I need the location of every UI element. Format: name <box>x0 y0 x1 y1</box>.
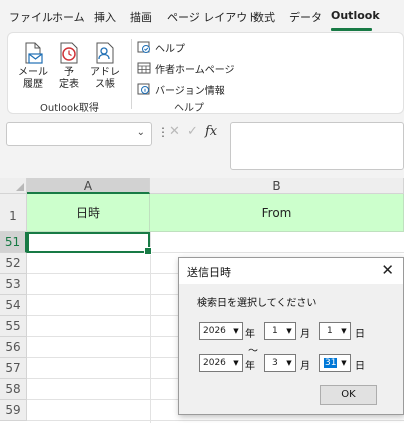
help-icon <box>137 40 151 54</box>
schedule-label-1: 予 <box>64 67 74 78</box>
row-header-58[interactable]: 58 <box>0 379 27 400</box>
grid-line <box>27 420 404 421</box>
row-header-51[interactable]: 51 <box>0 232 27 253</box>
outlook-group-label: Outlook取得 <box>40 103 99 114</box>
ribbon-panel: メール 履歴 予 定表 アドレ ス帳 Outlook取得 ヘルプ 作者ホームペー… <box>7 32 404 114</box>
to-month-value: 3 <box>272 358 278 368</box>
help-button[interactable]: ヘルプ <box>137 38 185 56</box>
insert-function-button[interactable]: fx <box>205 124 217 139</box>
group-divider <box>131 39 132 109</box>
dialog-titlebar[interactable]: 送信日時 ✕ <box>179 258 403 284</box>
tab-draw[interactable]: 描画 <box>130 9 152 25</box>
schedule-button[interactable]: 予 定表 <box>52 41 86 95</box>
formula-input[interactable] <box>230 122 404 170</box>
to-month-select[interactable]: 3 ▼ <box>264 354 296 372</box>
clock-icon <box>52 41 86 65</box>
formula-actions: ✕ ✓ fx <box>167 124 227 142</box>
schedule-label-2: 定表 <box>59 79 79 90</box>
formula-bar: ⌄ ⋮ ✕ ✓ fx <box>0 118 404 178</box>
select-all-button[interactable] <box>0 178 27 194</box>
dropdown-arrow-icon[interactable]: ▼ <box>283 323 295 339</box>
row-header-54[interactable]: 54 <box>0 295 27 316</box>
tab-data[interactable]: データ <box>289 9 322 25</box>
day-unit: 日 <box>355 329 365 340</box>
range-separator: ～ <box>248 346 258 357</box>
active-tab-indicator <box>331 28 372 31</box>
ribbon-area: メール 履歴 予 定表 アドレ ス帳 Outlook取得 ヘルプ 作者ホームペー… <box>0 32 404 118</box>
day-unit: 日 <box>355 361 365 372</box>
month-unit: 月 <box>300 329 310 340</box>
dropdown-arrow-icon[interactable]: ▼ <box>283 355 295 371</box>
address-book-label-2: ス帳 <box>95 79 115 90</box>
dropdown-arrow-icon[interactable]: ▼ <box>338 355 350 371</box>
send-date-dialog: 送信日時 ✕ 検索日を選択してください 2026 ▼ 年 1 ▼ 月 1 ▼ 日… <box>178 257 404 415</box>
mail-history-button[interactable]: メール 履歴 <box>16 41 50 95</box>
web-page-icon <box>137 61 151 75</box>
author-homepage-label: 作者ホームページ <box>155 64 235 76</box>
row-header-55[interactable]: 55 <box>0 316 27 337</box>
address-book-label-1: アドレ <box>90 67 120 78</box>
dropdown-arrow-icon[interactable]: ▼ <box>338 323 350 339</box>
to-day-value: 31 <box>324 358 338 368</box>
grid-line <box>150 232 151 423</box>
to-year-value: 2026 <box>203 358 226 368</box>
year-unit: 年 <box>245 329 255 340</box>
dropdown-arrow-icon[interactable]: ▼ <box>230 323 242 339</box>
help-group-label: ヘルプ <box>174 103 204 114</box>
address-book-icon <box>88 41 122 65</box>
header-cell-datetime[interactable]: 日時 <box>27 194 150 232</box>
version-info-label: バージョン情報 <box>155 85 225 97</box>
column-header-b[interactable]: B <box>150 178 404 194</box>
to-day-select[interactable]: 31 ▼ <box>319 354 351 372</box>
header-cell-from[interactable]: From <box>150 194 404 232</box>
mail-history-label-1: メール <box>18 67 48 78</box>
version-info-button[interactable]: バージョン情報 <box>137 80 225 98</box>
from-year-select[interactable]: 2026 ▼ <box>199 322 243 340</box>
row-header-53[interactable]: 53 <box>0 274 27 295</box>
selected-cell[interactable] <box>27 232 152 255</box>
version-info-icon <box>137 82 151 96</box>
row-header-59[interactable]: 59 <box>0 400 27 421</box>
column-header-a[interactable]: A <box>27 178 150 194</box>
tab-page-layout[interactable]: ページ レイアウト <box>167 9 258 25</box>
tab-formulas[interactable]: 数式 <box>253 9 275 25</box>
row-header-57[interactable]: 57 <box>0 358 27 379</box>
mail-history-label-2: 履歴 <box>23 79 43 90</box>
chevron-down-icon[interactable]: ⌄ <box>137 127 145 138</box>
tab-home[interactable]: ホーム <box>52 9 85 25</box>
tab-file[interactable]: ファイル <box>9 9 53 25</box>
row-header-56[interactable]: 56 <box>0 337 27 358</box>
from-day-value: 1 <box>327 326 333 336</box>
dropdown-arrow-icon[interactable]: ▼ <box>230 355 242 371</box>
month-unit: 月 <box>300 361 310 372</box>
from-month-select[interactable]: 1 ▼ <box>264 322 296 340</box>
cancel-icon[interactable]: ✕ <box>169 124 180 139</box>
mail-document-icon <box>16 41 50 65</box>
from-month-value: 1 <box>272 326 278 336</box>
name-box[interactable]: ⌄ <box>6 122 152 146</box>
ribbon-tab-bar: ファイル ホーム 挿入 描画 ページ レイアウト 数式 データ Outlook <box>0 0 404 32</box>
dialog-instruction: 検索日を選択してください <box>197 298 317 309</box>
tab-outlook[interactable]: Outlook <box>331 9 380 22</box>
row-header-1[interactable]: 1 <box>0 194 27 232</box>
check-icon[interactable]: ✓ <box>187 124 198 139</box>
close-icon[interactable]: ✕ <box>381 261 394 279</box>
row-header-52[interactable]: 52 <box>0 253 27 274</box>
address-book-button[interactable]: アドレ ス帳 <box>88 41 122 95</box>
to-year-select[interactable]: 2026 ▼ <box>199 354 243 372</box>
tab-insert[interactable]: 挿入 <box>94 9 116 25</box>
dialog-title: 送信日時 <box>187 266 231 279</box>
from-year-value: 2026 <box>203 326 226 336</box>
author-homepage-button[interactable]: 作者ホームページ <box>137 59 235 77</box>
ok-button[interactable]: OK <box>320 385 377 405</box>
from-day-select[interactable]: 1 ▼ <box>319 322 351 340</box>
help-label: ヘルプ <box>155 43 185 55</box>
year-unit: 年 <box>245 361 255 372</box>
